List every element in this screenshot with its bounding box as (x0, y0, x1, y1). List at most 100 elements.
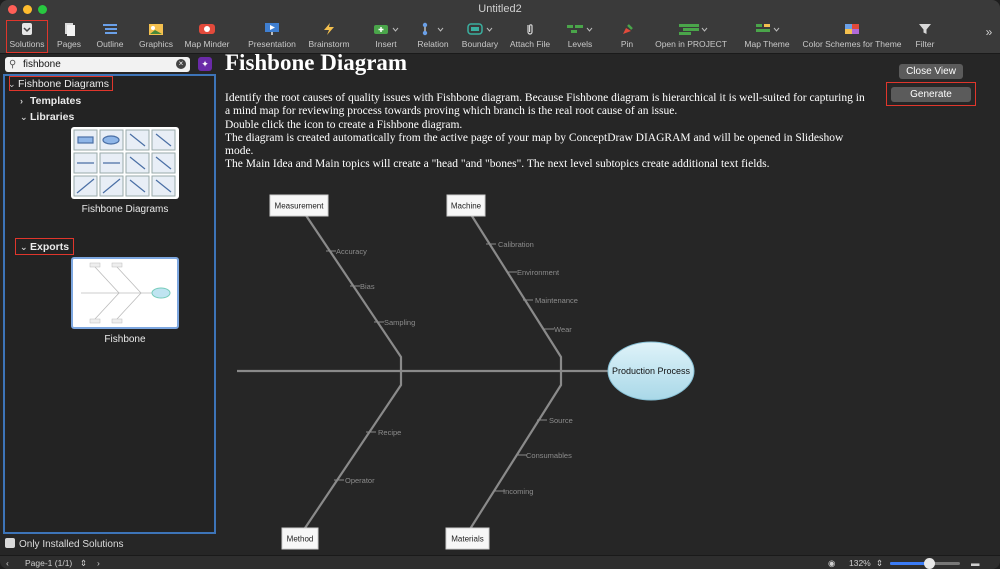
search-field[interactable]: ⚲ × (5, 57, 190, 72)
levels-icon (567, 25, 593, 33)
cause-label: Recipe (378, 428, 401, 437)
toolbar-pin-button[interactable]: Pin (612, 20, 642, 52)
brainstorm-icon (324, 23, 334, 35)
zoom-level[interactable]: 132% (849, 558, 871, 568)
map-theme-icon (756, 24, 780, 32)
status-bar: ‹ Page-1 (1/1) ⇕ › ◉ 132% ⇕ ▬ (0, 555, 1000, 569)
fit-page-icon[interactable]: ▬ (971, 558, 980, 568)
category-machine[interactable]: Machine (446, 194, 486, 217)
category-label: Measurement (275, 202, 325, 211)
page-indicator[interactable]: Page-1 (1/1) (25, 558, 72, 568)
cause-label: Incoming (503, 487, 533, 496)
cause-label: Environment (517, 268, 560, 277)
toolbar-attach-file-button[interactable]: Attach File (508, 20, 552, 52)
title-bar: Untitled2 (0, 0, 1000, 18)
toolbar-overflow-button[interactable]: » (982, 25, 996, 57)
toolbar-map-theme-button[interactable]: Map Theme (742, 20, 792, 52)
cause-label: Consumables (526, 451, 572, 460)
next-page-icon[interactable]: › (97, 558, 100, 568)
cause-label: Wear (554, 325, 572, 334)
category-measurement[interactable]: Measurement (269, 194, 329, 217)
cause-label: Maintenance (535, 296, 578, 305)
solutions-tree: ⌄ Fishbone Diagrams › Templates ⌄ Libraries (3, 74, 216, 534)
attach-file-icon (527, 24, 533, 35)
tree-item-templates[interactable]: › Templates (20, 95, 81, 107)
toolbar-insert-button[interactable]: Insert (368, 20, 404, 52)
toolbar-open-in-project-button[interactable]: Open in PROJECT (655, 20, 727, 52)
cause-label: Source (549, 416, 573, 425)
description-paragraph: Double click the icon to create a Fishbo… (225, 118, 463, 131)
cause-label: Operator (345, 476, 375, 485)
diagram-bones (237, 204, 609, 538)
chevron-down-icon: ⌄ (20, 112, 28, 122)
category-materials[interactable]: Materials (445, 527, 490, 550)
solutions-sidebar: ⚲ × ✦ ⌄ Fishbone Diagrams ›Templates ⌄Lib… (0, 55, 219, 555)
tree-item-libraries[interactable]: ⌄ Libraries (20, 111, 74, 123)
description-paragraph: The diagram is created automatically fro… (225, 131, 844, 158)
close-view-button[interactable]: Close View (899, 64, 963, 79)
toolbar-color-schemes-button[interactable]: Color Schemes for Theme (800, 20, 904, 52)
map-minder-icon (199, 24, 215, 34)
export-thumbnail-fishbone[interactable] (71, 257, 179, 329)
toolbar-brainstorm-button[interactable]: Brainstorm (306, 20, 352, 52)
toolbar-graphics-button[interactable]: Graphics (136, 20, 176, 52)
pin-icon (623, 24, 633, 34)
description: Identify the root causes of quality issu… (225, 92, 865, 172)
fishbone-diagrams-highlight (9, 76, 113, 91)
zoom-slider-fill (890, 562, 929, 565)
generate-button[interactable]: Generate (891, 87, 971, 102)
presentation-icon (265, 23, 279, 35)
open-in-project-icon (679, 24, 708, 35)
head-label: Production Process (612, 366, 691, 376)
outline-icon (103, 24, 117, 34)
toolbar-map-minder-button[interactable]: Map Minder (183, 20, 231, 52)
cause-label: Bias (360, 282, 375, 291)
only-installed-checkbox[interactable]: Only Installed Solutions (5, 538, 124, 550)
fishbone-diagram: Accuracy Bias Sampling Calibration Envir… (237, 194, 695, 550)
solution-view: Fishbone Diagram Identify the root cause… (219, 50, 1000, 555)
toolbar-relation-button[interactable]: Relation (414, 20, 452, 52)
fishbone-preview (81, 262, 171, 324)
magic-wand-icon[interactable]: ✦ (198, 57, 212, 71)
toolbar-levels-button[interactable]: Levels (562, 20, 598, 52)
search-icon: ⚲ (9, 59, 17, 70)
toolbar: Solutions Pages Outline Graphics Map Min… (0, 18, 1000, 54)
library-thumbnail-fishbone-diagrams[interactable] (71, 127, 179, 199)
description-paragraph: The Main Idea and Main topics will creat… (225, 158, 770, 171)
search-input[interactable] (23, 58, 173, 71)
cause-label: Accuracy (336, 247, 367, 256)
boundary-icon (467, 23, 493, 35)
category-label: Method (287, 535, 314, 544)
checkbox-box[interactable] (5, 538, 15, 548)
insert-icon (374, 25, 399, 34)
zoom-slider-knob[interactable] (923, 558, 935, 569)
chevron-right-icon: › (20, 96, 23, 106)
clear-search-icon[interactable]: × (176, 59, 186, 69)
color-schemes-icon (845, 24, 859, 34)
toolbar-presentation-button[interactable]: Presentation (246, 20, 298, 52)
toolbar-pages-button[interactable]: Pages (52, 20, 86, 52)
library-label: Fishbone Diagrams (81, 204, 169, 215)
app-window: Untitled2 Solutions Pages Outline Graphi… (0, 0, 1000, 569)
export-label: Fishbone (104, 334, 146, 345)
diagram-head[interactable]: Production Process (607, 341, 695, 401)
cause-label: Calibration (498, 240, 534, 249)
category-label: Machine (451, 202, 482, 211)
toolbar-outline-button[interactable]: Outline (92, 20, 128, 52)
category-method[interactable]: Method (281, 527, 319, 550)
zoom-slider[interactable] (890, 558, 960, 569)
zoom-stepper-icon[interactable]: ⇕ (876, 558, 883, 569)
visibility-icon[interactable]: ◉ (828, 558, 835, 569)
page-stepper-icon[interactable]: ⇕ (80, 558, 87, 569)
relation-icon (422, 22, 444, 36)
library-shapes-preview (73, 129, 176, 197)
page-title: Fishbone Diagram (225, 50, 408, 75)
filter-icon (919, 24, 931, 34)
toolbar-filter-button[interactable]: Filter (910, 20, 940, 52)
graphics-icon (149, 24, 163, 35)
toolbar-boundary-button[interactable]: Boundary (460, 20, 500, 52)
cause-label: Sampling (384, 318, 415, 327)
description-paragraph: Identify the root causes of quality issu… (225, 92, 865, 118)
category-label: Materials (451, 535, 483, 544)
previous-page-icon[interactable]: ‹ (6, 558, 9, 568)
